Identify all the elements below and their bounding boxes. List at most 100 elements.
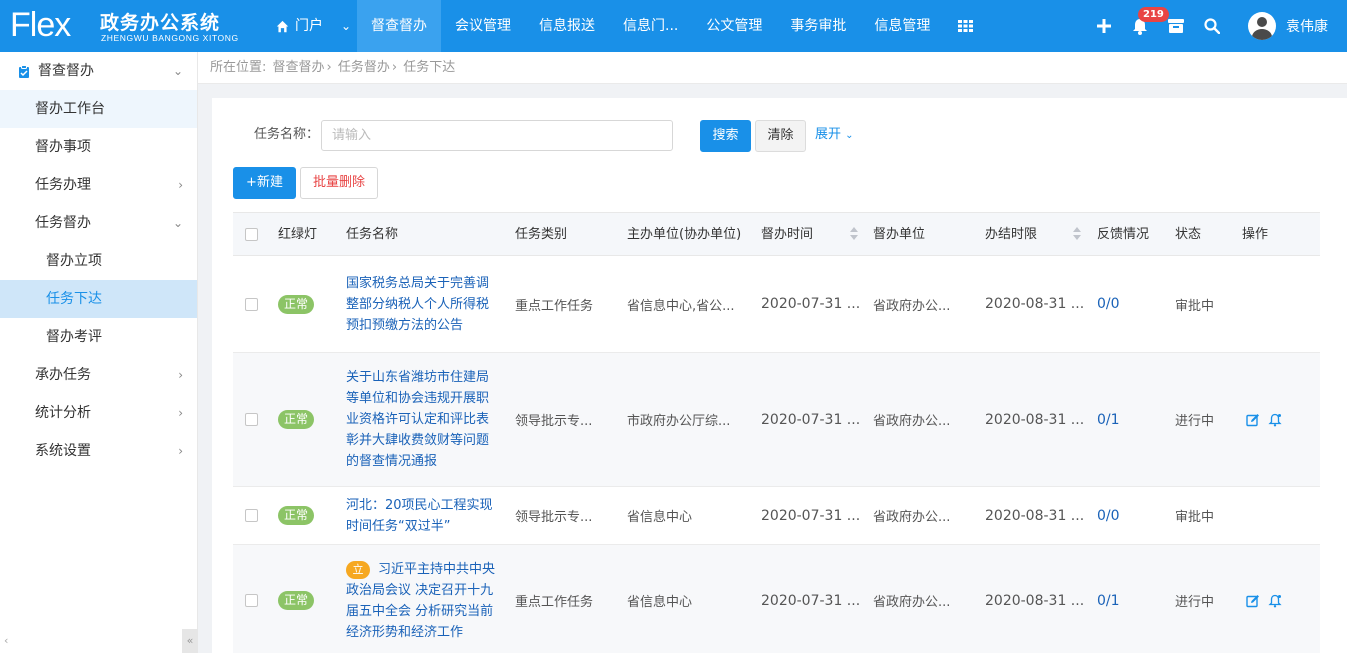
chevron-down-icon: ⌄	[172, 216, 183, 230]
category-cell: 领导批示专...	[515, 510, 593, 525]
sort-icon[interactable]	[850, 227, 858, 241]
sidebar-item-project[interactable]: 督办立项	[0, 242, 197, 280]
chevron-right-icon: ›	[178, 368, 183, 382]
table-row: 正常 立习近平主持中共中央政治局会议 决定召开十九届五中全会 分析研究当前经济形…	[233, 545, 1320, 653]
nav-item-info-manage[interactable]: 信息管理	[860, 0, 944, 52]
col-task-name: 任务名称	[346, 227, 399, 242]
col-actions: 操作	[1242, 227, 1269, 242]
nav-item-apps[interactable]	[944, 0, 987, 52]
bell-icon[interactable]	[1268, 594, 1282, 608]
task-name-link[interactable]: 立习近平主持中共中央政治局会议 决定召开十九届五中全会 分析研究当前经济形势和经…	[346, 559, 496, 643]
sidebar-item-task-issue[interactable]: 任务下达	[0, 280, 197, 318]
nav-item-info-report[interactable]: 信息报送	[525, 0, 609, 52]
sidebar-item-label: 承办任务	[35, 367, 91, 383]
top-bar: Flex 政务办公系统 ZHENGWU BANGONG XITONG 门户 ⌄ …	[0, 0, 1347, 52]
row-checkbox[interactable]	[245, 298, 258, 311]
new-button[interactable]: +新建	[233, 167, 296, 199]
deadline-cell: 2020-08-31 ...	[985, 507, 1085, 524]
unit-cell: 市政府办公厅综...	[627, 414, 731, 429]
search-button[interactable]	[1194, 0, 1230, 52]
main-nav: 门户 ⌄ 督查督办 会议管理 信息报送 信息门... 公文管理 事务审批 信息管…	[264, 0, 987, 52]
col-unit: 主办单位(协办单位)	[627, 227, 742, 242]
inbox-button[interactable]	[1158, 0, 1194, 52]
breadcrumb-item[interactable]: 督查督办	[273, 60, 325, 75]
sidebar-item-label: 督办考评	[46, 329, 102, 345]
search-label: 任务名称：	[254, 127, 320, 142]
category-cell: 领导批示专...	[515, 414, 593, 429]
nav-item-document[interactable]: 公文管理	[692, 0, 776, 52]
task-name-link[interactable]: 河北：20项民心工程实现时间任务“双过半”	[346, 495, 496, 537]
sidebar-collapse-button[interactable]: «	[182, 629, 198, 653]
user-menu[interactable]: 袁伟康	[1230, 12, 1347, 40]
sidebar-section-label: 督查督办	[38, 63, 94, 79]
sidebar-item-settings[interactable]: 系统设置 ›	[0, 432, 197, 470]
breadcrumb-separator-icon: ›	[391, 60, 398, 75]
supervise-unit-cell: 省政府办公...	[873, 298, 951, 314]
sidebar-item-label: 系统设置	[35, 443, 91, 459]
nav-home-dropdown[interactable]: ⌄	[335, 0, 357, 52]
sidebar-scrollbar[interactable]: ‹ «	[0, 629, 198, 653]
task-name-link[interactable]: 国家税务总局关于完善调整部分纳税人个人所得税预扣预缴方法的公告	[346, 273, 496, 336]
feedback-cell[interactable]: 0/0	[1097, 256, 1120, 352]
sidebar-item-workbench[interactable]: 督办工作台	[0, 90, 197, 128]
col-deadline: 办结时限	[985, 227, 1038, 242]
breadcrumb-separator-icon: ›	[326, 60, 332, 75]
status-light-badge: 正常	[278, 410, 315, 429]
breadcrumb-item[interactable]: 任务督办	[338, 60, 390, 75]
sidebar-item-matters[interactable]: 督办事项	[0, 128, 197, 166]
sidebar-item-task-supervise[interactable]: 任务督办 ⌄	[0, 204, 197, 242]
task-name-input[interactable]	[321, 120, 673, 151]
add-button[interactable]	[1086, 0, 1122, 52]
row-checkbox[interactable]	[245, 594, 258, 607]
deadline-cell: 2020-08-31 ...	[985, 296, 1085, 312]
notification-button[interactable]: 219	[1122, 0, 1169, 52]
supervise-unit-cell: 省政府办公...	[873, 414, 951, 429]
deadline-cell: 2020-08-31 ...	[985, 592, 1085, 609]
project-tag: 立	[346, 560, 370, 579]
nav-home[interactable]: 门户	[264, 0, 335, 52]
expand-button[interactable]: 展开 ⌄	[815, 127, 854, 144]
status-cell: 进行中	[1175, 414, 1215, 429]
select-all-checkbox[interactable]	[245, 228, 258, 241]
chevron-down-icon: ⌄	[340, 19, 352, 33]
task-name-cell[interactable]: 国家税务总局关于完善调整部分纳税人个人所得税预扣预缴方法的公告	[346, 256, 496, 352]
grid-icon	[958, 20, 974, 32]
feedback-cell[interactable]: 0/1	[1097, 545, 1120, 653]
sidebar-item-statistics[interactable]: 统计分析 ›	[0, 394, 197, 432]
task-name-link[interactable]: 关于山东省潍坊市住建局等单位和协会违规开展职业资格许可认定和评比表彰并大肆收费敛…	[346, 367, 496, 472]
sidebar-item-label: 督办立项	[46, 253, 102, 269]
batch-delete-button[interactable]: 批量删除	[300, 167, 378, 199]
row-checkbox[interactable]	[245, 413, 258, 426]
nav-item-supervision[interactable]: 督查督办	[357, 0, 441, 52]
nav-item-approval[interactable]: 事务审批	[776, 0, 860, 52]
status-light-badge: 正常	[278, 591, 315, 610]
sort-icon[interactable]	[1073, 227, 1081, 241]
app-subtitle: ZHENGWU BANGONG XITONG	[101, 33, 239, 43]
status-cell: 进行中	[1175, 595, 1215, 610]
avatar	[1248, 12, 1276, 40]
sidebar-item-task-handle[interactable]: 任务办理 ›	[0, 166, 197, 204]
actions-cell	[1246, 353, 1282, 486]
edit-icon[interactable]	[1246, 413, 1260, 427]
sidebar-item-label: 督办工作台	[35, 101, 105, 117]
feedback-cell[interactable]: 0/0	[1097, 487, 1120, 544]
task-name-cell[interactable]: 河北：20项民心工程实现时间任务“双过半”	[346, 487, 496, 544]
scroll-left-icon: ‹	[4, 634, 9, 647]
row-checkbox[interactable]	[245, 509, 258, 522]
logo-mark: Flex	[10, 6, 71, 44]
nav-item-meeting[interactable]: 会议管理	[441, 0, 525, 52]
nav-home-label: 门户	[295, 18, 323, 34]
clear-button[interactable]: 清除	[755, 120, 806, 152]
task-name-cell[interactable]: 立习近平主持中共中央政治局会议 决定召开十九届五中全会 分析研究当前经济形势和经…	[346, 545, 496, 653]
feedback-cell[interactable]: 0/1	[1097, 353, 1120, 486]
sidebar-item-evaluation[interactable]: 督办考评	[0, 318, 197, 356]
search-button[interactable]: 搜索	[700, 120, 751, 152]
status-light-badge: 正常	[278, 294, 315, 314]
bell-icon[interactable]	[1268, 413, 1282, 427]
nav-item-info-portal[interactable]: 信息门...	[609, 0, 692, 52]
sidebar-item-undertake[interactable]: 承办任务 ›	[0, 356, 197, 394]
sidebar-section-supervision[interactable]: 督查督办 ⌄	[0, 52, 197, 90]
edit-icon[interactable]	[1246, 594, 1260, 608]
task-name-cell[interactable]: 关于山东省潍坊市住建局等单位和协会违规开展职业资格许可认定和评比表彰并大肆收费敛…	[346, 353, 496, 486]
header-tools: 219 袁伟康	[1086, 0, 1347, 52]
